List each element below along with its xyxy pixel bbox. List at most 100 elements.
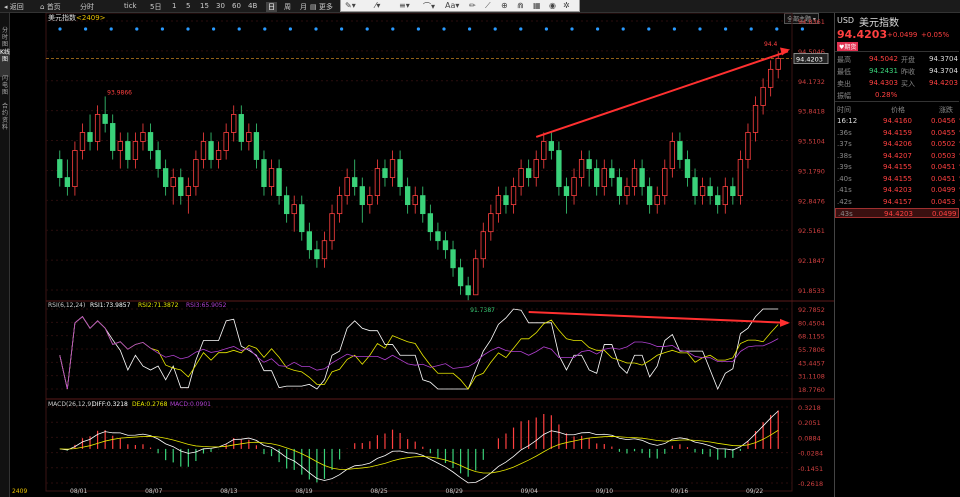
- kline-chart[interactable]: 94.836194.504694.173293.841893.510493.17…: [10, 13, 834, 497]
- grid-icon: ▤: [310, 3, 317, 11]
- pen-tool-icon[interactable]: ✏: [469, 1, 476, 10]
- candle-body: [367, 195, 373, 206]
- candle-body: [510, 186, 517, 206]
- date-label: 08/01: [70, 488, 87, 495]
- event-dot: [186, 27, 190, 31]
- period-30min[interactable]: 30: [216, 2, 225, 10]
- candle-body: [420, 195, 426, 215]
- period-4h[interactable]: 4B: [248, 2, 257, 10]
- candle-body: [737, 159, 744, 197]
- line-tool-icon[interactable]: ⁄▾: [375, 1, 380, 10]
- price-axis-label: 91.8533: [798, 287, 825, 295]
- candle-body: [382, 168, 388, 178]
- event-dot: [775, 27, 779, 31]
- macd-axis-label: 0.3218: [798, 404, 821, 412]
- candle-body: [314, 249, 320, 260]
- trend-arrowhead-rsi: [780, 318, 790, 327]
- stat-label-amplitude: 振幅: [837, 92, 851, 100]
- more-button[interactable]: ▤ 更多: [310, 2, 333, 12]
- candle-body: [631, 168, 638, 187]
- period-month[interactable]: 月: [300, 2, 307, 12]
- candle-body: [64, 177, 71, 187]
- macd-axis-label: -0.2618: [798, 480, 823, 488]
- home-button[interactable]: ⌂ 首页: [40, 2, 61, 12]
- candle-body: [79, 132, 86, 151]
- zoom-tool-icon[interactable]: ⊕: [501, 1, 508, 10]
- period-day[interactable]: 日: [266, 2, 277, 12]
- tab-fenshi[interactable]: 分时图: [0, 27, 10, 48]
- back-button[interactable]: ◂ 返回: [4, 2, 24, 12]
- candle-body: [147, 132, 154, 151]
- candle-body: [291, 204, 297, 215]
- period-15min[interactable]: 15: [200, 2, 209, 10]
- period-week[interactable]: 周: [284, 2, 291, 12]
- trade-price: 94.4160: [883, 117, 912, 125]
- candle-body: [715, 195, 721, 206]
- candle-body: [503, 195, 509, 206]
- home-icon: ⌂: [40, 3, 45, 11]
- trade-time: .41s: [837, 186, 852, 194]
- event-dot: [519, 27, 523, 31]
- period-60min[interactable]: 60: [232, 2, 241, 10]
- candle-body: [170, 177, 176, 187]
- period-fenshi[interactable]: 分时: [80, 2, 94, 12]
- shape-tool-icon[interactable]: ⌒▾: [423, 1, 435, 12]
- cursor-tool-icon[interactable]: ✎▾: [345, 1, 356, 10]
- tab-kline[interactable]: K线图: [0, 49, 10, 77]
- price-axis-label: 94.8361: [798, 18, 825, 26]
- date-label: 08/29: [446, 488, 463, 495]
- period-tick[interactable]: tick: [124, 2, 137, 10]
- tab-flash[interactable]: 闪电图: [0, 75, 10, 97]
- badge-row: [837, 41, 955, 49]
- period-5min[interactable]: 5: [186, 2, 190, 10]
- rsi-label: RSI(6,12,24): [48, 302, 85, 309]
- tab-contract-info[interactable]: 合约资料: [0, 103, 10, 133]
- price-axis-label: 92.8476: [798, 197, 825, 205]
- trade-change: 0.0456 ↑: [931, 117, 960, 125]
- trade-change: 0.0499 ↑: [932, 210, 960, 218]
- period-5day[interactable]: 5日: [150, 2, 161, 12]
- lock-icon[interactable]: ▦: [533, 1, 541, 10]
- ruler-tool-icon[interactable]: ⟋: [485, 1, 491, 11]
- trade-time: .39s: [837, 163, 852, 171]
- macd-axis-label: 0.0884: [798, 434, 821, 442]
- text-tool-button[interactable]: Aa▾: [445, 1, 459, 10]
- price-axis-label: 93.5104: [798, 138, 825, 146]
- drawing-toolbox: ✎▾ ⁄▾ ≡▾ ⌒▾ Aa▾ ✏ ⟋ ⊕ ⋒ ▦ ◉ ✲: [340, 0, 580, 12]
- trade-time: .37s: [837, 140, 852, 148]
- date-label: 09/10: [596, 488, 613, 495]
- rsi1-legend: RSI1:73.9857: [90, 302, 131, 309]
- rsi-axis-label: 55.7806: [798, 346, 825, 354]
- left-view-tabs: 分时图 K线图 闪电图 合约资料: [0, 13, 10, 497]
- eye-icon[interactable]: ◉: [549, 1, 556, 10]
- price-change-pct: +0.05%: [921, 31, 950, 39]
- trade-row: .37s 94.4206 0.0502 ↑: [835, 139, 960, 149]
- stat-label-ask: 卖出: [837, 80, 851, 88]
- stat-value-ask: 94.4303: [869, 79, 898, 87]
- period-1min[interactable]: 1: [172, 2, 176, 10]
- event-dot: [672, 27, 677, 31]
- price-axis-label: 93.8418: [798, 108, 825, 116]
- stat-label-prev-close: 昨收: [901, 68, 915, 76]
- candle-body: [359, 186, 365, 206]
- candle-body: [609, 168, 615, 178]
- candle-body: [745, 132, 751, 160]
- magnet-icon[interactable]: ⋒: [517, 1, 524, 10]
- rsi-axis-label: 31.1108: [798, 373, 825, 381]
- settings-icon[interactable]: ✲: [563, 1, 570, 10]
- macd-axis-label: 0.2051: [798, 419, 821, 427]
- event-dot: [647, 27, 651, 31]
- candle-body: [223, 132, 229, 151]
- candle-body: [533, 159, 539, 178]
- event-dot: [800, 27, 805, 31]
- candle-body: [321, 240, 328, 260]
- candle-body: [518, 168, 524, 187]
- trade-change: 0.0502 ↑: [931, 140, 960, 148]
- current-price-tag: 94.4203: [796, 55, 823, 63]
- fib-tool-icon[interactable]: ≡▾: [399, 1, 410, 10]
- trade-time: .40s: [837, 174, 852, 183]
- candle-body: [707, 186, 713, 197]
- candle-body: [601, 168, 607, 187]
- event-dot: [493, 27, 497, 31]
- trades-header-time: 时间: [837, 106, 851, 114]
